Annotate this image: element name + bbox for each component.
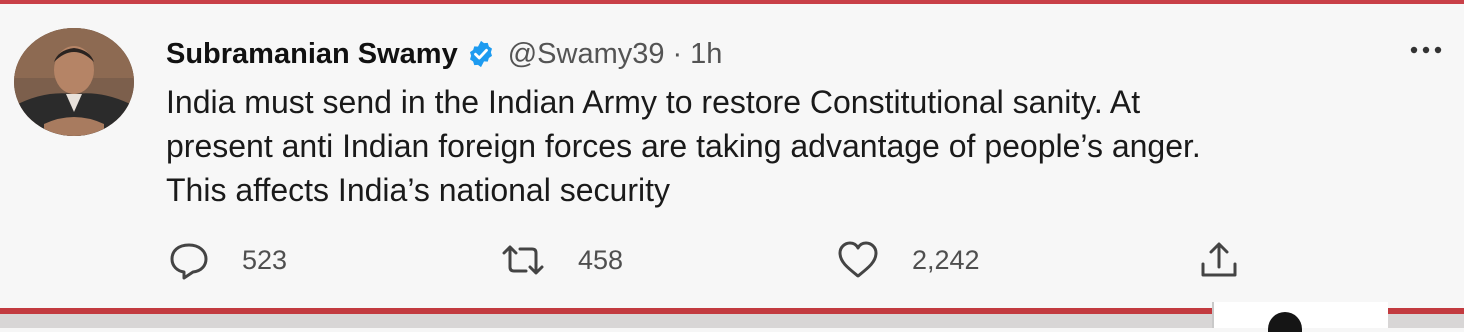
header-separator: · [672, 37, 683, 70]
reply-icon [168, 240, 210, 280]
share-button[interactable] [1198, 236, 1240, 284]
tweet-header: Subramanian Swamy @Swamy39 · 1h [166, 34, 722, 74]
ellipsis-icon[interactable] [1406, 40, 1446, 60]
retweet-icon [500, 243, 546, 277]
share-icon [1198, 240, 1240, 280]
reply-count: 523 [242, 244, 288, 275]
author-handle[interactable]: @Swamy39 [508, 38, 665, 71]
retweet-button[interactable]: 458 [500, 236, 623, 284]
heart-icon [836, 240, 880, 280]
tweet-text-line: This affects India’s national security [166, 172, 670, 208]
like-count: 2,242 [912, 244, 980, 275]
tweet-text-line: present anti Indian foreign forces are t… [166, 128, 1201, 164]
tweet-text: India must send in the Indian Army to re… [166, 80, 1426, 212]
like-button[interactable]: 2,242 [836, 236, 980, 284]
retweet-count: 458 [578, 244, 624, 275]
verified-badge-icon [466, 39, 496, 69]
tweet-text-line: India must send in the Indian Army to re… [166, 84, 1141, 120]
author-display-name[interactable]: Subramanian Swamy [166, 38, 458, 71]
avatar[interactable] [14, 28, 134, 136]
tweet-actions-bar: 523 458 2,242 [0, 236, 1464, 284]
reply-button[interactable]: 523 [168, 236, 287, 284]
tweet-timestamp[interactable]: 1h [690, 38, 722, 71]
tweet-card[interactable]: Subramanian Swamy @Swamy39 · 1h India mu… [0, 4, 1464, 308]
